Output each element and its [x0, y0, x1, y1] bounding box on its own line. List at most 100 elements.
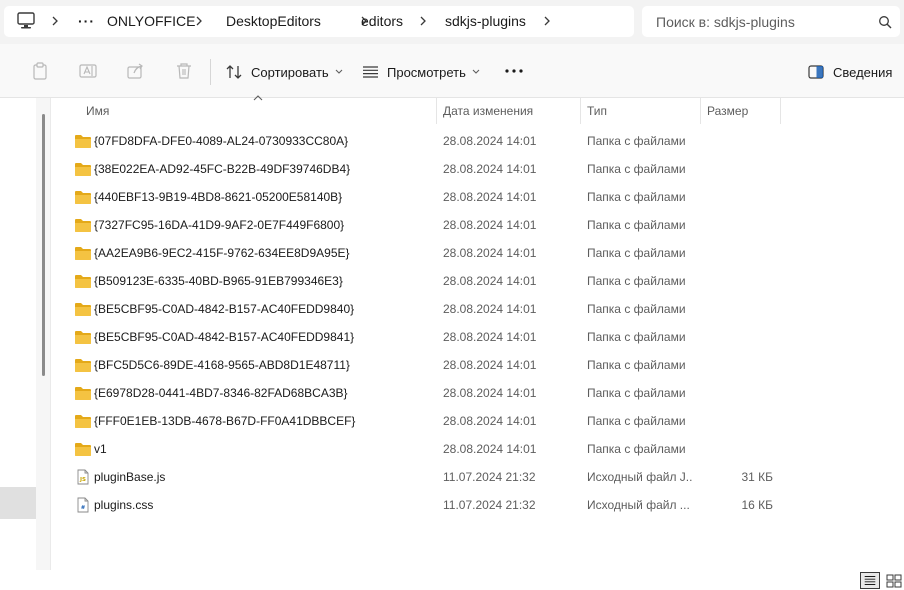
column-header-size[interactable]: Размер [707, 98, 748, 124]
chevron-down-icon [335, 69, 343, 74]
sort-label: Сортировать [251, 64, 329, 80]
file-type: Папка с файлами [587, 274, 686, 288]
file-name: {B509123E-6335-40BD-B965-91EB799346E3} [94, 274, 343, 288]
toolbar-divider [210, 59, 211, 85]
nav-selected-item[interactable] [0, 487, 36, 519]
chevron-down-icon [472, 69, 480, 74]
breadcrumb-onlyoffice[interactable]: ONLYOFFICE [107, 12, 195, 30]
file-size [707, 435, 773, 463]
column-divider[interactable] [436, 98, 437, 124]
details-view-icon[interactable] [860, 572, 880, 589]
file-name: {BFC5D5C6-89DE-4168-9565-ABD8D1E48711} [94, 358, 350, 372]
large-icons-view-icon[interactable] [884, 572, 904, 589]
file-type: Папка с файлами [587, 442, 686, 456]
file-date: 11.07.2024 21:32 [443, 470, 536, 484]
pane-divider[interactable] [50, 98, 51, 570]
sort-ascending-icon [253, 95, 263, 101]
file-date: 28.08.2024 14:01 [443, 246, 537, 260]
file-size [707, 239, 773, 267]
svg-text:JS: JS [79, 477, 86, 483]
file-row[interactable]: v1 28.08.2024 14:01 Папка с файлами [52, 435, 792, 463]
file-name: v1 [94, 442, 107, 456]
chevron-right-icon[interactable] [50, 12, 60, 30]
sort-icon [226, 65, 242, 79]
file-date: 28.08.2024 14:01 [443, 190, 537, 204]
file-row[interactable]: {BFC5D5C6-89DE-4168-9565-ABD8D1E48711} 28… [52, 351, 792, 379]
file-row[interactable]: {7327FC95-16DA-41D9-9AF2-0E7F449F6800} 28… [52, 211, 792, 239]
folder-icon [74, 133, 92, 149]
file-name: {BE5CBF95-C0AD-4842-B157-AC40FEDD9841} [94, 330, 355, 344]
file-type: Папка с файлами [587, 218, 686, 232]
file-name: {FFF0E1EB-13DB-4678-B67D-FF0A41DBBCEF} [94, 414, 356, 428]
paste-icon[interactable] [31, 62, 49, 80]
more-options-icon[interactable] [504, 64, 524, 78]
file-date: 28.08.2024 14:01 [443, 358, 537, 372]
file-row[interactable]: {FFF0E1EB-13DB-4678-B67D-FF0A41DBBCEF} 28… [52, 407, 792, 435]
overflow-dots[interactable]: ··· [78, 12, 95, 30]
chevron-right-icon[interactable] [194, 12, 204, 30]
file-date: 28.08.2024 14:01 [443, 162, 537, 176]
folder-icon [74, 217, 92, 233]
file-date: 28.08.2024 14:01 [443, 218, 537, 232]
nav-pane-scrollbar[interactable] [42, 114, 45, 376]
search-input[interactable]: Поиск в: sdkjs-plugins [642, 6, 900, 37]
file-row[interactable]: {BE5CBF95-C0AD-4842-B157-AC40FEDD9840} 28… [52, 295, 792, 323]
breadcrumb-editors[interactable]: editors [361, 12, 403, 30]
file-name: {BE5CBF95-C0AD-4842-B157-AC40FEDD9840} [94, 302, 355, 316]
folder-icon [74, 189, 92, 205]
share-icon[interactable] [127, 62, 145, 80]
column-divider[interactable] [580, 98, 581, 124]
view-button[interactable]: Просмотреть [362, 58, 488, 86]
chevron-right-icon[interactable] [418, 12, 428, 30]
column-header-date[interactable]: Дата изменения [443, 98, 533, 124]
file-size [707, 351, 773, 379]
file-size [707, 267, 773, 295]
file-name: {440EBF13-9B19-4BD8-8621-05200E58140B} [94, 190, 343, 204]
column-divider[interactable] [700, 98, 701, 124]
file-row[interactable]: {38E022EA-AD92-45FC-B22B-49DF39746DB4} 28… [52, 155, 792, 183]
file-size [707, 127, 773, 155]
file-size: 16 КБ [741, 498, 773, 512]
file-row[interactable]: {B509123E-6335-40BD-B965-91EB799346E3} 28… [52, 267, 792, 295]
column-header-name[interactable]: Имя [86, 98, 109, 124]
file-row[interactable]: JS pluginBase.js 11.07.2024 21:32 Исходный … [52, 463, 792, 491]
file-row[interactable]: {440EBF13-9B19-4BD8-8621-05200E58140B} 28… [52, 183, 792, 211]
file-row[interactable]: {AA2EA9B6-9EC2-415F-9762-634EE8D9A95E} 28… [52, 239, 792, 267]
chevron-right-icon[interactable] [542, 12, 552, 30]
file-name: {07FD8DFA-DFE0-4089-AL24-0730933CC80A} [94, 134, 349, 148]
file-type: Исходный файл ... [587, 498, 690, 512]
address-bar: ··· ONLYOFFICE DesktopEditors editors sd… [0, 0, 904, 44]
column-header-type[interactable]: Тип [587, 98, 607, 124]
this-pc-icon[interactable] [16, 12, 36, 30]
breadcrumb[interactable]: ··· ONLYOFFICE DesktopEditors editors sd… [4, 6, 634, 37]
column-divider[interactable] [780, 98, 781, 124]
file-name: {7327FC95-16DA-41D9-9AF2-0E7F449F6800} [94, 218, 345, 232]
command-bar: Сортировать Просмотреть Сведения [0, 44, 904, 98]
breadcrumb-desktopeditors[interactable]: DesktopEditors [226, 12, 321, 30]
details-pane-button[interactable]: Сведения [808, 58, 892, 86]
search-icon [879, 16, 892, 29]
file-row[interactable]: # plugins.css 11.07.2024 21:32 Исходный фай… [52, 491, 792, 519]
file-row[interactable]: {BE5CBF95-C0AD-4842-B157-AC40FEDD9841} 28… [52, 323, 792, 351]
file-date: 11.07.2024 21:32 [443, 498, 536, 512]
file-row[interactable]: {E6978D28-0441-4BD7-8346-82FAD68BCA3B} 28… [52, 379, 792, 407]
file-row[interactable]: {07FD8DFA-DFE0-4089-AL24-0730933CC80A} 28… [52, 127, 792, 155]
delete-icon[interactable] [175, 62, 193, 80]
breadcrumb-sdkjs-plugins[interactable]: sdkjs-plugins [445, 12, 526, 30]
file-size [707, 155, 773, 183]
file-type: Папка с файлами [587, 162, 686, 176]
file-type: Папка с файлами [587, 246, 686, 260]
file-name: {AA2EA9B6-9EC2-415F-9762-634EE8D9A95E} [94, 246, 350, 260]
sort-button[interactable]: Сортировать [226, 58, 351, 86]
folder-icon [74, 273, 92, 289]
file-size [707, 379, 773, 407]
file-size [707, 183, 773, 211]
folder-icon [74, 245, 92, 261]
file-date: 28.08.2024 14:01 [443, 414, 537, 428]
rename-icon[interactable] [79, 62, 97, 80]
folder-icon [74, 161, 92, 177]
file-type: Папка с файлами [587, 302, 686, 316]
file-type: Папка с файлами [587, 358, 686, 372]
file-type: Папка с файлами [587, 134, 686, 148]
file-size [707, 407, 773, 435]
